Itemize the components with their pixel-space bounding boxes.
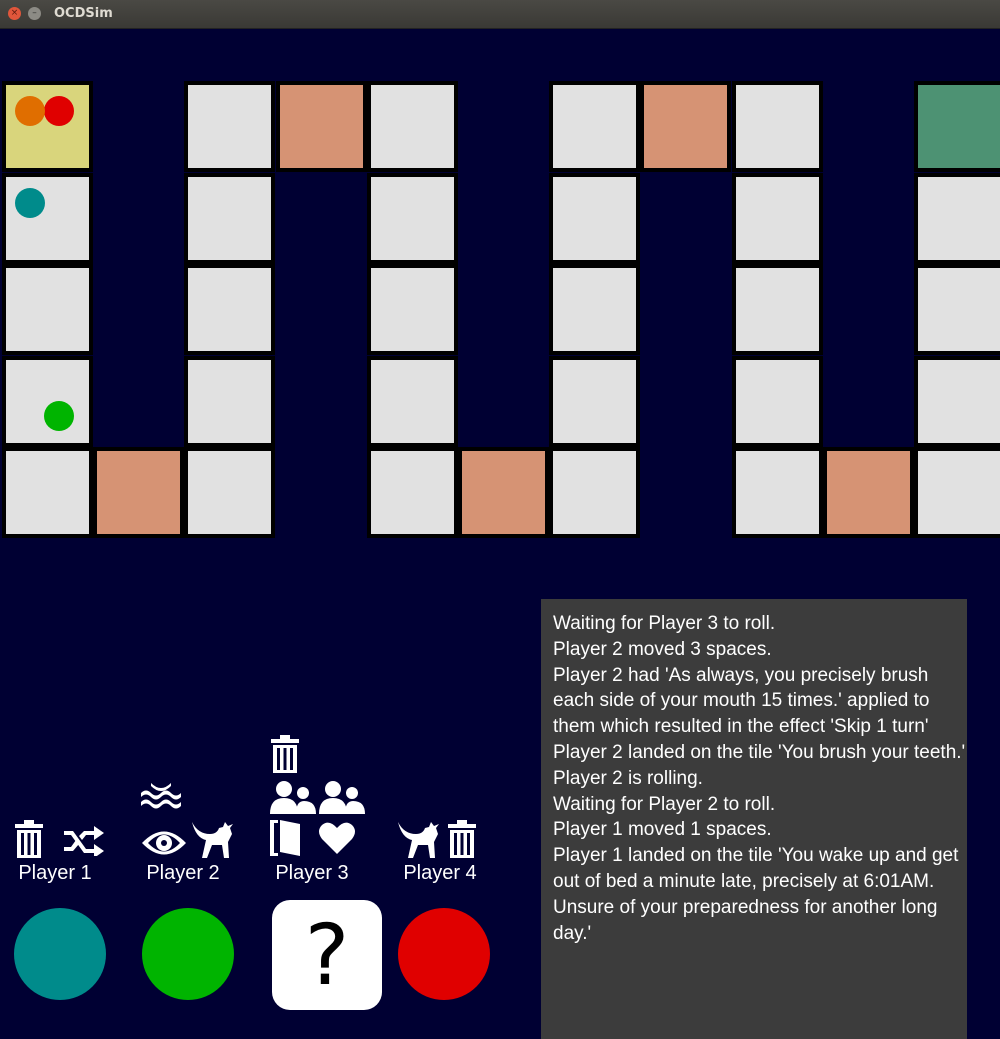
board-tile-normal	[184, 81, 276, 172]
window-titlebar: × – OCDSim	[0, 0, 1000, 29]
board-tile-normal	[731, 447, 823, 538]
player-1-piece	[14, 908, 106, 1000]
board-tile-normal	[731, 172, 823, 264]
waves-icon	[141, 783, 181, 809]
log-line: Player 2 landed on the tile 'You brush y…	[553, 741, 966, 763]
board-tile-normal	[731, 81, 823, 172]
log-line: Waiting for Player 3 to roll.	[553, 613, 776, 634]
board-tile-normal	[184, 447, 276, 538]
board-tile-normal	[2, 172, 93, 264]
minimize-button[interactable]: –	[28, 7, 41, 20]
player-1-label: Player 1	[18, 862, 92, 884]
board-tile-normal	[2, 355, 93, 447]
board-tile-normal	[549, 355, 641, 447]
trash-icon	[271, 735, 299, 773]
board-tile-normal	[184, 264, 276, 355]
people-icon	[270, 781, 316, 814]
player-token	[15, 187, 45, 218]
people-icon	[319, 781, 365, 814]
log-line: Player 2 had 'As always, you precisely b…	[553, 664, 935, 738]
board-tile-normal	[366, 172, 458, 264]
player-token	[15, 96, 45, 126]
log-line: Player 1 moved 1 spaces.	[553, 819, 772, 841]
door-icon	[270, 820, 300, 856]
board-tile-event	[93, 447, 185, 538]
board-tile-finish	[914, 81, 1000, 172]
player-token	[44, 400, 74, 431]
log-line: Waiting for Player 2 to roll.	[553, 793, 776, 815]
board-tile-normal	[366, 264, 458, 355]
board-tile-normal	[184, 172, 276, 264]
player-token	[44, 96, 74, 126]
log-line: Player 2 moved 3 spaces.	[553, 638, 772, 660]
log-line: Player 2 is rolling.	[553, 767, 703, 789]
board-tile-normal	[366, 81, 458, 172]
event-log: Waiting for Player 3 to roll. Player 2 m…	[541, 599, 967, 1039]
cat-icon	[192, 822, 233, 858]
board-tile-normal	[914, 264, 1000, 355]
eye-icon	[142, 831, 186, 855]
player-2-piece	[142, 908, 234, 1000]
board-tile-event	[640, 81, 732, 172]
board-tile-normal	[184, 355, 276, 447]
board-tile-normal	[914, 172, 1000, 264]
trash-icon	[15, 820, 43, 858]
board-tile-normal	[2, 447, 93, 538]
player-2-label: Player 2	[146, 862, 220, 884]
board-tile-normal	[731, 264, 823, 355]
board-tile-event	[458, 447, 549, 538]
board-tile-normal	[731, 355, 823, 447]
board-tile-normal	[549, 447, 641, 538]
window-title: OCDSim	[54, 6, 113, 21]
close-button[interactable]: ×	[8, 7, 21, 20]
board-tile-normal	[2, 264, 93, 355]
heart-icon	[319, 822, 355, 854]
board-tile-normal	[366, 355, 458, 447]
board-tile-normal	[914, 447, 1000, 538]
cat-icon	[398, 822, 439, 858]
board-tile-normal	[366, 447, 458, 538]
board-tile-normal	[914, 355, 1000, 447]
log-line: Player 1 landed on the tile 'You wake up…	[553, 845, 964, 944]
board-tile-normal	[549, 172, 641, 264]
board-tile-start	[2, 81, 93, 172]
trash-icon	[448, 820, 476, 858]
board-tile-event	[275, 81, 367, 172]
board-tile-normal	[549, 81, 641, 172]
player-4-piece	[398, 908, 490, 1000]
player-4-label: Player 4	[403, 862, 477, 884]
shuffle-icon	[64, 826, 104, 856]
board-tile-event	[822, 447, 914, 538]
roll-dice-button[interactable]: ?	[272, 900, 382, 1010]
board-tile-normal	[549, 264, 641, 355]
player-3-label: Player 3	[275, 862, 349, 884]
